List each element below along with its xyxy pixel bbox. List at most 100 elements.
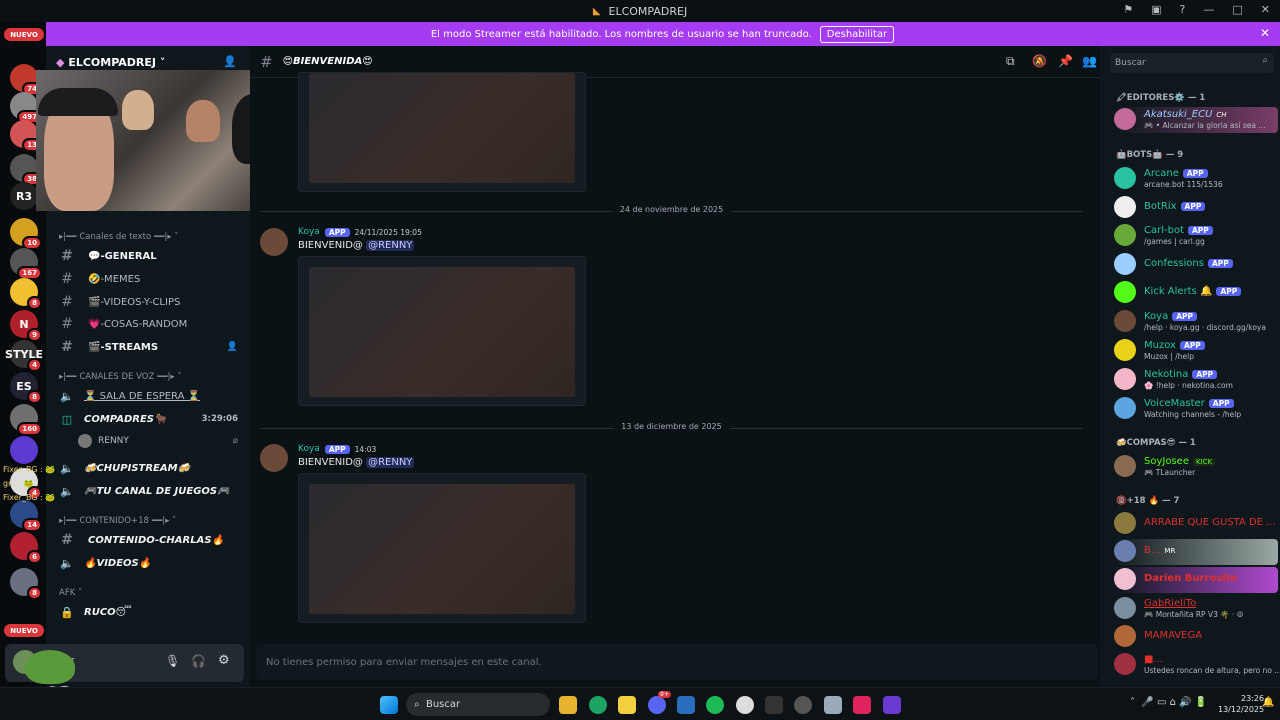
avatar[interactable]	[260, 228, 288, 256]
member-item[interactable]: GabRieliTo 🎮 Montañita RP V3 🌴 · ☮	[1114, 596, 1278, 622]
spotify-icon[interactable]	[706, 696, 724, 714]
user-mention[interactable]: @RENNY	[366, 457, 415, 468]
avatar	[1114, 224, 1136, 246]
chrome-icon[interactable]	[589, 696, 607, 714]
inbox-icon[interactable]: ⚑	[1123, 3, 1133, 16]
member-item[interactable]: Darien Burrosito	[1114, 567, 1278, 593]
category-adult[interactable]: ▸|━━ CONTENIDO+18 ━━|▸ ˅	[59, 516, 176, 526]
instagram-icon[interactable]	[883, 696, 901, 714]
obs-icon[interactable]	[794, 696, 812, 714]
member-list-icon[interactable]: 👥	[1082, 54, 1097, 68]
voice-channel-waiting[interactable]: 🔈 ⏳ SALA DE ESPERA ⏳	[58, 386, 238, 406]
embed-image[interactable]	[309, 267, 575, 397]
channel-memes[interactable]: # 🤣-MEMES	[58, 269, 238, 289]
channel-cosas-random[interactable]: # 💗-COSAS-RANDOM	[58, 314, 238, 334]
disable-streamer-button[interactable]: Deshabilitar	[819, 25, 895, 43]
notes-icon[interactable]	[618, 696, 636, 714]
author-name[interactable]: Koya	[298, 444, 320, 454]
voice-user-renny[interactable]: RENNY ⌀	[78, 431, 238, 451]
system-tray[interactable]: ˄ 🎤 ▭ ⌂ 🔊 🔋	[1130, 697, 1207, 708]
voice-channel-chupistream[interactable]: 🔈 🍻CHUPISTREAM🍻	[58, 458, 238, 478]
member-item[interactable]: SoyJosee KICK 🎮 TLauncher	[1114, 454, 1278, 480]
channel-general[interactable]: # 💬-GENERAL	[58, 246, 238, 266]
threads-icon[interactable]: ⧉	[1006, 54, 1015, 69]
server-icon[interactable]: 10	[10, 218, 42, 250]
embed-image[interactable]	[309, 484, 575, 614]
message-composer[interactable]: No tienes permiso para enviar mensajes e…	[256, 644, 1098, 680]
embed-image[interactable]	[309, 73, 575, 183]
user-mention[interactable]: @RENNY	[366, 240, 415, 251]
server-icon[interactable]: 13	[10, 120, 42, 152]
voice-channel-videos[interactable]: 🔈 🔥VIDEOS🔥	[58, 553, 238, 573]
server-icon[interactable]: 8	[10, 568, 42, 600]
search-input[interactable]: Buscar ⌕	[1110, 53, 1274, 73]
server-icon[interactable]: 8	[10, 278, 42, 310]
message-embed[interactable]	[298, 473, 586, 623]
member-item[interactable]: B... MR	[1114, 539, 1278, 565]
member-item[interactable]: Muzox APP Muzox | /help	[1114, 338, 1278, 364]
add-member-icon[interactable]: 👤	[223, 55, 237, 68]
windows-start-icon[interactable]	[380, 696, 398, 714]
server-icon[interactable]: 74	[10, 64, 42, 96]
photos-icon[interactable]	[677, 696, 695, 714]
discord-icon[interactable]	[648, 696, 666, 714]
voice-channel-compadres[interactable]: ◫ COMPADRES🐂 3:29:06	[58, 409, 238, 429]
member-item[interactable]: Koya APP/help · koya.gg · discord.gg/koya	[1114, 309, 1278, 335]
settings-app-icon[interactable]	[736, 696, 754, 714]
server-icon[interactable]: N9	[10, 310, 42, 342]
member-item[interactable]: Arcane APP arcane.bot 115/1536	[1114, 166, 1278, 192]
channel-contenido-charlas[interactable]: # CONTENIDO-CHARLAS🔥	[58, 530, 238, 550]
member-item[interactable]: MAMAVEGA	[1114, 624, 1278, 650]
member-item[interactable]: ■... Ustedes roncan de altura, pero no ..…	[1114, 652, 1280, 678]
server-icon[interactable]: 160	[10, 404, 42, 436]
author-name[interactable]: Koya	[298, 227, 320, 237]
member-item[interactable]: Akatsuki_ECU CH 🎮 • Alcanzar la gloria as…	[1114, 107, 1278, 133]
message-embed[interactable]	[298, 72, 586, 192]
member-item[interactable]: BotRix APP	[1114, 195, 1278, 221]
member-item[interactable]: VoiceMaster APP Watching channels - /help	[1114, 396, 1278, 422]
settings-gear-icon[interactable]: ⚙	[218, 653, 230, 668]
member-item[interactable]: Kick Alerts 🔔 APP	[1114, 280, 1278, 306]
server-icon[interactable]: R3	[10, 182, 38, 210]
microphone-icon[interactable]: 🎙	[165, 654, 180, 668]
headphones-icon[interactable]: 🎧	[191, 654, 206, 668]
channel-streams[interactable]: # 🎬-STREAMS 👤	[58, 337, 238, 357]
screen-icon[interactable]: ▣	[1151, 3, 1161, 16]
server-icon[interactable]: 167	[10, 248, 42, 280]
notification-muted-icon[interactable]: 🔕	[1032, 54, 1047, 68]
minimize-button[interactable]: —	[1203, 3, 1214, 16]
avatar[interactable]	[260, 444, 288, 472]
category-voice[interactable]: ▸|━━ CANALES DE VOZ ━━|▸ ˅	[59, 372, 182, 382]
notification-icon[interactable]: 🔔	[1262, 697, 1274, 708]
gear-app-icon[interactable]	[824, 696, 842, 714]
voice-channel-juegos[interactable]: 🔈 🎮TU CANAL DE JUEGOS🎮	[58, 481, 238, 501]
terminal-icon[interactable]	[765, 696, 783, 714]
server-name-header[interactable]: ◆ ELCOMPADREJ ˅	[56, 56, 165, 69]
clock[interactable]: 23:26 13/12/2025	[1218, 693, 1264, 715]
close-window-button[interactable]: ✕	[1261, 3, 1270, 16]
new-badge-bottom: NUEVO	[4, 624, 44, 637]
maximize-button[interactable]: □	[1232, 3, 1242, 16]
file-explorer-icon[interactable]	[559, 696, 577, 714]
close-banner-icon[interactable]: ✕	[1260, 26, 1270, 40]
avatar	[1114, 653, 1136, 675]
member-item[interactable]: Nekotina APP 🌸 !help · nekotina.com	[1114, 367, 1278, 393]
server-icon[interactable]: ES 8	[10, 372, 42, 404]
server-icon[interactable]: STYLE 4	[5, 340, 43, 372]
category-text[interactable]: ▸|━━ Canales de texto ━━|▸ ˅	[59, 232, 178, 242]
server-icon[interactable]: 497	[10, 92, 42, 124]
server-icon[interactable]	[10, 436, 38, 464]
channel-videos-clips[interactable]: # 🎬-VIDEOS-Y-CLIPS	[58, 292, 238, 312]
taskbar-search[interactable]: ⌕ Buscar	[406, 693, 550, 716]
member-item[interactable]: ARRABE QUE GUSTA DE ...	[1114, 511, 1278, 537]
server-icon[interactable]: 6	[10, 532, 42, 564]
help-icon[interactable]: ?	[1180, 3, 1186, 16]
message-embed[interactable]	[298, 256, 586, 406]
voice-channel-ruco[interactable]: 🔒 RUCO😴	[58, 602, 238, 622]
tiktok-icon[interactable]	[853, 696, 871, 714]
category-afk[interactable]: AFK ˅	[59, 588, 82, 598]
pin-icon[interactable]: 📌	[1058, 54, 1073, 68]
member-item[interactable]: Confessions APP	[1114, 252, 1278, 278]
server-icon[interactable]: 38	[10, 154, 42, 186]
member-item[interactable]: Carl-bot APP/games | carl.gg	[1114, 223, 1278, 249]
